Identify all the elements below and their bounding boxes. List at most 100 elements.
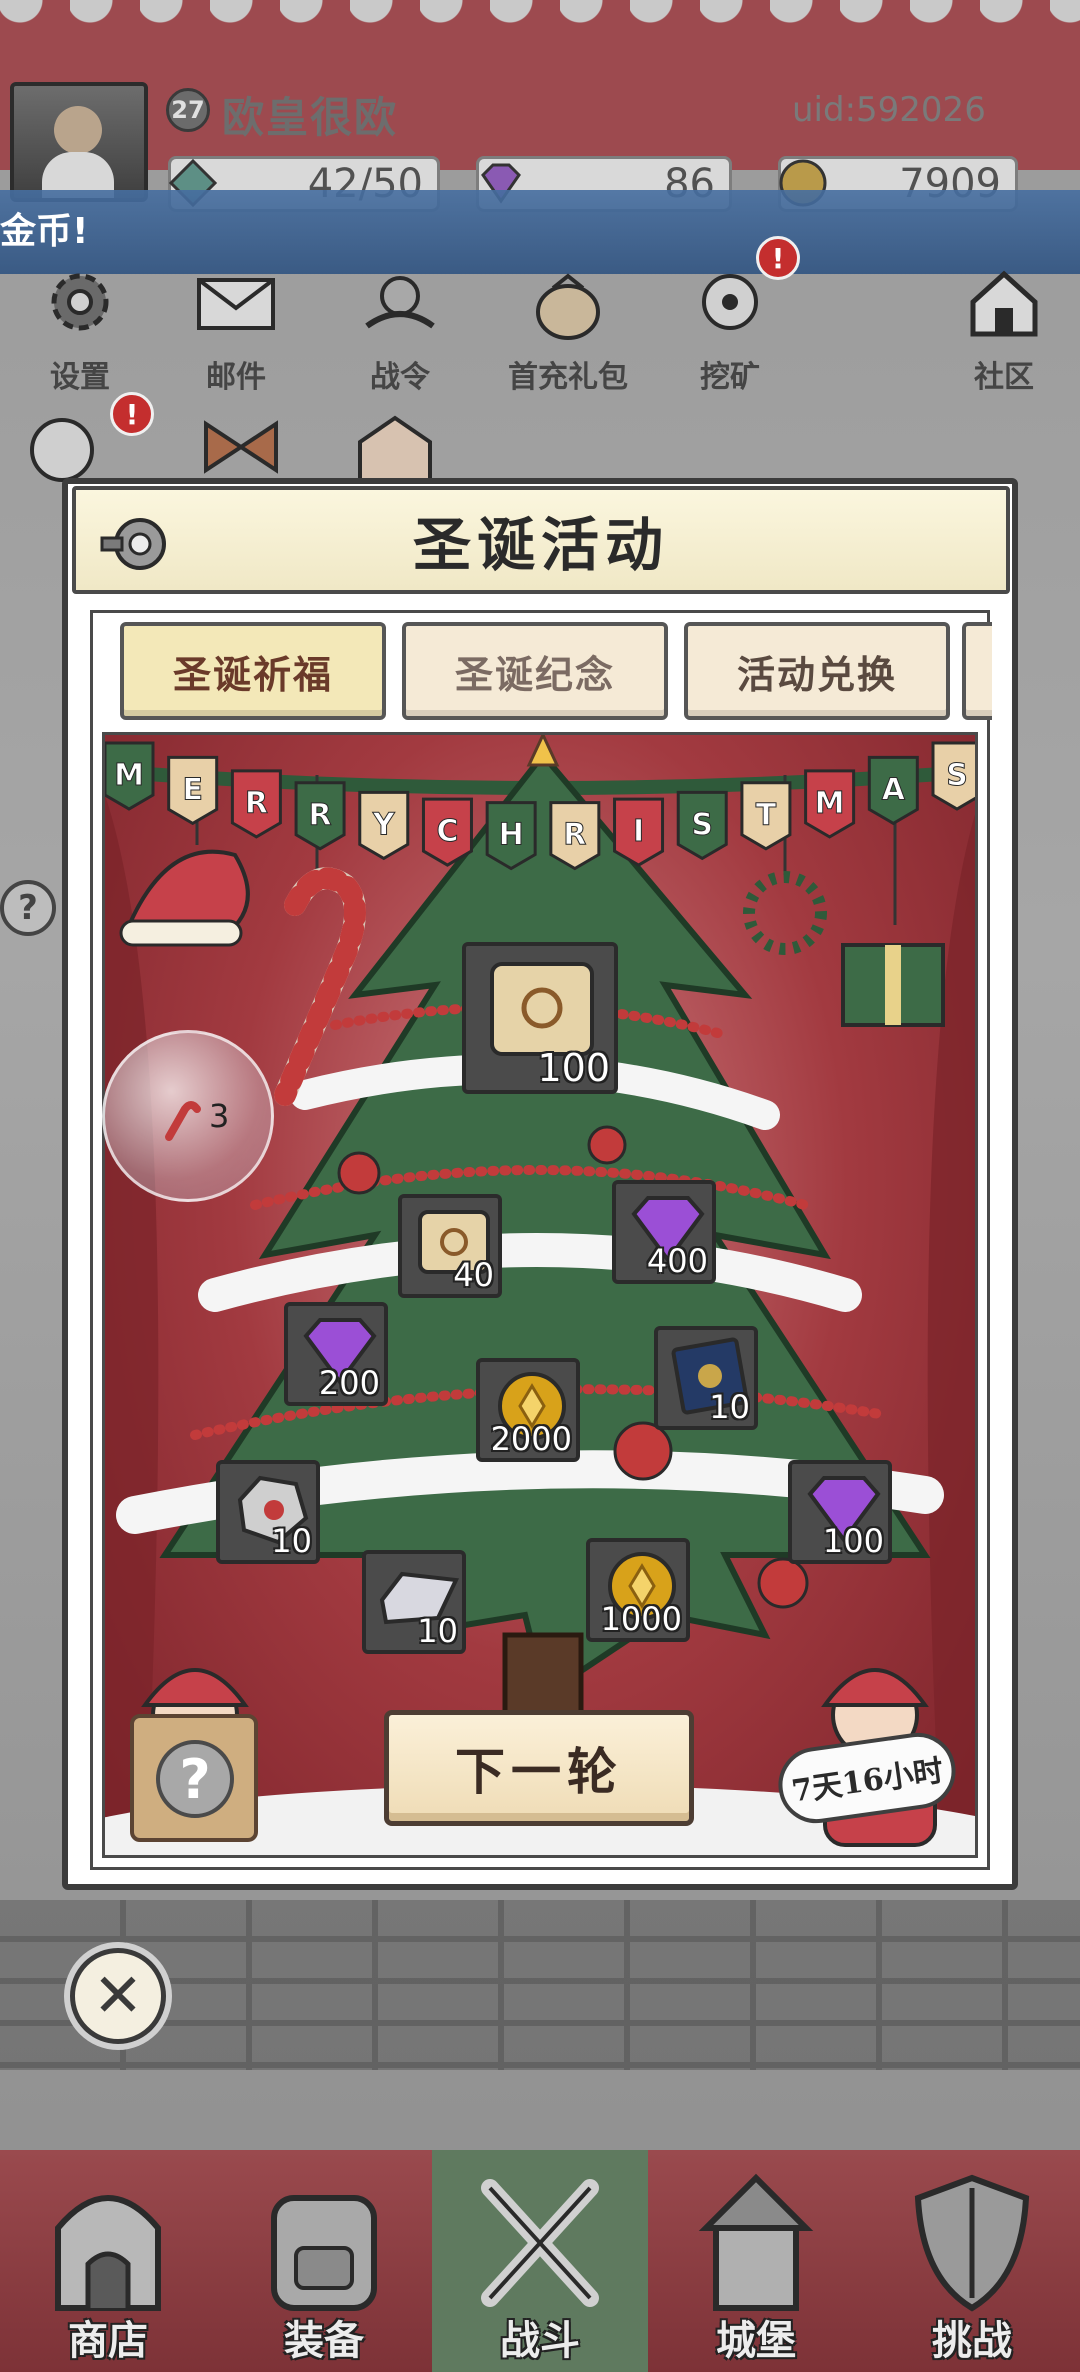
nav-shop-label: 商店: [68, 2317, 148, 2364]
candy-cane-icon: [165, 1101, 201, 1141]
notification-badge: !: [756, 236, 800, 280]
christmas-tree-stage: M E R R Y C H R I S T M A S: [102, 732, 978, 1858]
bunting-letter: S: [691, 807, 713, 842]
modal-title: 圣诞活动: [412, 511, 669, 579]
reward-quantity: 400: [646, 1242, 708, 1280]
bunting-flag: T: [740, 781, 792, 851]
reward-quantity: 10: [417, 1612, 458, 1650]
reward-slot[interactable]: 400: [612, 1180, 716, 1284]
first-charge-label: 首充礼包: [508, 360, 628, 395]
bunting-letter: M: [114, 758, 144, 793]
reward-quantity: 40: [453, 1256, 494, 1294]
mail-label: 邮件: [206, 360, 266, 395]
gift-bag-icon: [536, 273, 600, 340]
bunting-letter: R: [563, 818, 586, 853]
bunting-flag: M: [804, 769, 856, 839]
reward-slot[interactable]: 1000: [586, 1538, 690, 1642]
reward-slot[interactable]: 2000: [476, 1358, 580, 1462]
bunting-letter: I: [633, 814, 644, 849]
nav-castle-label: 城堡: [716, 2317, 796, 2364]
nav-battle[interactable]: 战斗: [432, 2150, 648, 2372]
bunting-letter: S: [946, 758, 968, 793]
bunting-flag: A: [867, 755, 919, 826]
christmas-bow-icon[interactable]: [196, 412, 286, 482]
close-button[interactable]: ✕: [70, 1948, 166, 2044]
nav-equipment[interactable]: 装备: [216, 2150, 432, 2372]
nav-shop[interactable]: 商店: [0, 2150, 216, 2372]
nav-challenge[interactable]: 挑战: [864, 2150, 1080, 2372]
gear-icon: [51, 273, 109, 331]
tab-event-exchange[interactable]: 活动兑换: [684, 622, 950, 720]
community-label: 社区: [974, 360, 1034, 395]
mail-icon: [197, 278, 275, 330]
snow-decoration: [0, 0, 1080, 60]
bunting-flag: S: [676, 790, 728, 861]
reward-quantity: 200: [318, 1364, 380, 1402]
reward-slot[interactable]: 100: [788, 1460, 892, 1564]
close-icon: ✕: [92, 1961, 144, 2031]
calendar-icon[interactable]: [350, 412, 440, 482]
nav-castle[interactable]: 城堡: [648, 2150, 864, 2372]
mining-label: 挖矿: [700, 360, 760, 395]
help-icon: ?: [156, 1740, 234, 1818]
reward-slot[interactable]: 100: [462, 942, 618, 1094]
nav-challenge-label: 挑战: [932, 2317, 1012, 2364]
battle-pass-button[interactable]: 战令: [340, 262, 460, 395]
reward-quantity: 100: [537, 1046, 610, 1090]
bunting-flag: S: [931, 741, 975, 811]
reward-quantity: 2000: [490, 1420, 572, 1458]
bunting-letter: T: [756, 798, 777, 833]
backpack-icon: [271, 2195, 377, 2311]
battle-pass-icon: [365, 276, 435, 329]
reward-slot[interactable]: 10: [362, 1550, 466, 1654]
gift-help-box[interactable]: ?: [130, 1714, 258, 1842]
tab-christmas-memorial[interactable]: 圣诞纪念: [402, 622, 668, 720]
reward-slot[interactable]: 40: [398, 1194, 502, 1298]
candy-cane-count: 3: [209, 1097, 230, 1135]
battle-pass-label: 战令: [370, 360, 430, 395]
bunting-letter: M: [815, 786, 845, 821]
ticker-text: 金币!: [0, 211, 89, 252]
shop-icon: [55, 2195, 161, 2311]
modal-header: 圣诞活动: [72, 486, 1010, 594]
christmas-tree-scene: [105, 735, 975, 1855]
bunting-letter: Y: [372, 807, 396, 842]
nav-equipment-label: 装备: [284, 2317, 364, 2364]
bunting-letter: A: [882, 772, 906, 807]
bunting-flag: H: [485, 801, 537, 871]
shield-icon: [914, 2174, 1030, 2312]
reward-quantity: 1000: [600, 1600, 682, 1638]
bunting-flag: R: [549, 801, 601, 871]
community-button[interactable]: 社区: [944, 262, 1064, 395]
reward-slot[interactable]: 10: [216, 1460, 320, 1564]
player-avatar[interactable]: [10, 82, 148, 202]
reward-quantity: 100: [822, 1522, 884, 1560]
bunting-letter: H: [499, 818, 524, 853]
candy-cane-bubble[interactable]: 3: [102, 1030, 274, 1202]
bunting-letter: E: [182, 772, 203, 807]
settings-label: 设置: [50, 360, 110, 395]
first-charge-button[interactable]: 首充礼包: [502, 262, 634, 395]
settings-button[interactable]: 设置: [20, 262, 140, 395]
reward-slot[interactable]: 10: [654, 1326, 758, 1430]
bunting-flag: I: [613, 797, 665, 867]
player-name: 欧皇很欧: [222, 93, 399, 142]
bunting-letter: R: [245, 786, 268, 821]
crossed-swords-icon: [481, 2179, 599, 2307]
tab-christmas-blessing[interactable]: 圣诞祈福: [120, 622, 386, 720]
side-help-button[interactable]: ?: [0, 880, 56, 936]
reward-quantity: 10: [709, 1388, 750, 1426]
mining-button[interactable]: 挖矿: [670, 262, 790, 395]
player-uid: uid:592026: [792, 90, 986, 130]
bunting-flag: R: [294, 781, 346, 851]
bunting-flag: E: [167, 755, 219, 826]
castle-icon: [698, 2173, 814, 2311]
mail-button[interactable]: 邮件: [176, 262, 296, 395]
nav-battle-label: 战斗: [500, 2317, 580, 2364]
reward-slot[interactable]: 200: [284, 1302, 388, 1406]
tab-overflow[interactable]: [962, 622, 992, 720]
bottom-navigation: 商店 装备 战斗 城堡 挑战: [0, 2150, 1080, 2372]
next-round-button[interactable]: 下一轮: [384, 1710, 694, 1826]
level-badge: 27: [166, 88, 210, 132]
mining-icon: [702, 274, 758, 330]
